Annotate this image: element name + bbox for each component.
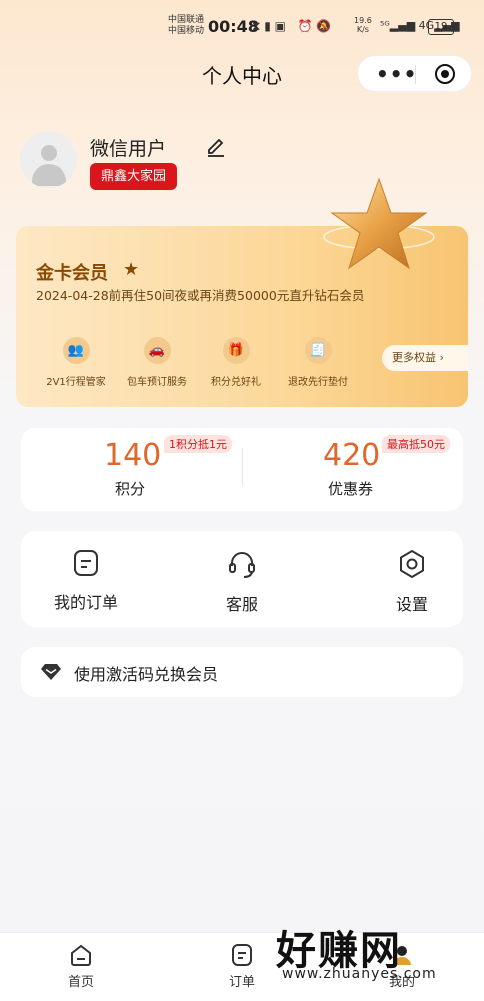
menu-panel: 我的订单 客服 设置 (21, 531, 463, 627)
watermark-url: www.zhuanyes.com (282, 966, 437, 982)
avatar-head (41, 145, 57, 161)
points-value[interactable]: 140 (104, 438, 161, 473)
customer-service-button[interactable]: 客服 (187, 549, 297, 615)
benefit-item[interactable]: 🎁 积分兑好礼 (193, 337, 279, 388)
coupons-chip: 最高抵50元 (382, 435, 450, 453)
benefit-item[interactable]: 👥 2V1行程管家 (33, 337, 119, 388)
benefit-item[interactable]: 🚗 包车预订服务 (114, 337, 200, 388)
car-icon: 🚗 (143, 337, 171, 364)
headset-icon (229, 552, 255, 578)
order-icon (232, 944, 252, 966)
mini-program-capsule: ••• (357, 55, 472, 92)
divider (242, 448, 243, 486)
points-panel: 140 1积分抵1元 积分 420 最高抵50元 优惠券 (21, 428, 463, 511)
member-level: 金卡会员 (36, 263, 108, 284)
community-tag[interactable]: 鼎鑫大家园 (90, 163, 178, 190)
gear-icon (400, 550, 424, 578)
my-orders-button[interactable]: 我的订单 (31, 549, 141, 613)
tab-orders[interactable]: 订单 (202, 943, 282, 990)
activation-code-row[interactable]: 使用激活码兑换会员 (21, 647, 463, 697)
avatar-body (32, 164, 66, 186)
edit-icon[interactable] (205, 135, 227, 157)
close-target-icon[interactable] (435, 64, 455, 84)
points-chip: 1积分抵1元 (164, 435, 232, 453)
home-icon (71, 944, 91, 966)
carrier-info: 中国联通 中国移动 (168, 15, 205, 36)
gift-icon: 🎁 (222, 337, 250, 364)
gold-star-icon (323, 177, 435, 270)
activation-label: 使用激活码兑换会员 (74, 665, 219, 684)
tab-home[interactable]: 首页 (41, 943, 121, 990)
capsule-divider (415, 65, 416, 84)
more-benefits-button[interactable]: 更多权益 › (382, 345, 468, 371)
network-speed: 19.6 K/s (354, 16, 372, 34)
people-icon: 👥 (62, 337, 90, 364)
benefit-item[interactable]: 🧾 退改先行垫付 (275, 337, 361, 388)
battery-icon: 19 (428, 19, 454, 35)
status-icons: ⧗ ▮ ▣ ⏰ 🔕 (252, 19, 332, 33)
order-icon (74, 550, 98, 576)
points-label[interactable]: 积分 (115, 478, 145, 499)
settings-button[interactable]: 设置 (357, 549, 467, 615)
receipt-icon: 🧾 (304, 337, 332, 364)
username: 微信用户 (90, 138, 167, 160)
star-icon: ★ (123, 259, 140, 280)
more-button[interactable]: ••• (376, 62, 417, 86)
avatar[interactable] (20, 131, 77, 188)
upgrade-tip: 2024-04-28前再住50间夜或再消费50000元直升钻石会员 (36, 288, 365, 303)
coupons-label[interactable]: 优惠券 (328, 478, 373, 499)
diamond-icon (41, 664, 61, 680)
coupons-value[interactable]: 420 (323, 438, 380, 473)
status-bar: 中国联通 中国移动 00:48 ⧗ ▮ ▣ ⏰ 🔕 19.6 K/s ⁵ᴳ▂▄▆… (0, 0, 484, 52)
